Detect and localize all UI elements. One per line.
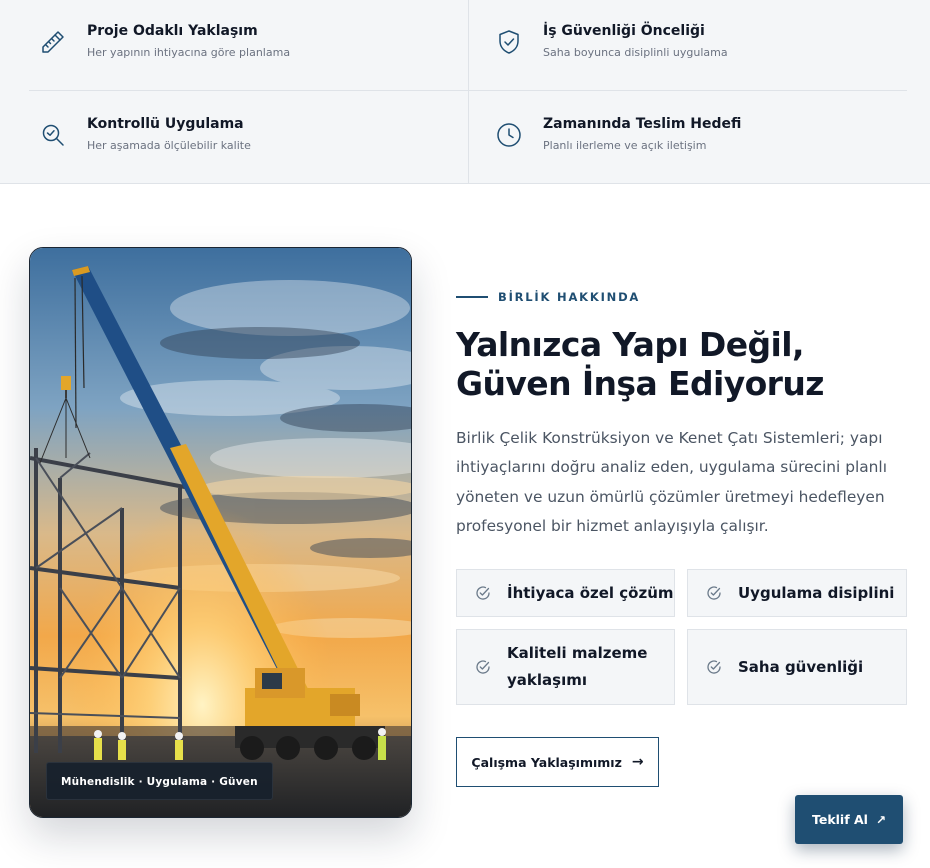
approach-button[interactable]: Çalışma Yaklaşımımız → [456,737,659,787]
feature-safety: İş Güvenliği Önceliği Saha boyunca disip… [495,22,728,82]
section-description: Birlik Çelik Konstrüksiyon ve Kenet Çatı… [456,429,887,535]
check-circle-icon [475,659,491,675]
check-circle-icon [706,659,722,675]
ruler-pencil-icon [39,28,67,56]
chip-label: Saha güvenliği [738,657,864,676]
chip-quality-material: Kaliteli malzeme yaklaşımı [456,629,675,705]
check-circle-icon [706,585,722,601]
feature-on-time: Zamanında Teslim Hedefi Planlı ilerleme … [495,115,741,175]
clock-icon [495,121,523,149]
get-quote-button[interactable]: Teklif Al ↗ [795,795,903,844]
feature-title: Zamanında Teslim Hedefi [543,116,742,132]
chip-label: İhtiyaca özel çözüm [507,583,674,602]
approach-button-label: Çalışma Yaklaşımımız [471,754,622,770]
feature-controlled: Kontrollü Uygulama Her aşamada ölçülebil… [39,115,251,175]
feature-subtitle: Her yapının ihtiyacına göre planlama [87,46,291,59]
feature-subtitle: Planlı ilerleme ve açık iletişim [543,139,707,152]
features-strip: Proje Odaklı Yaklaşım Her yapının ihtiya… [0,0,930,184]
crane-sunset-illustration [30,248,411,817]
divider [468,0,469,183]
eyebrow-line [456,296,488,298]
image-badge: Mühendislik · Uygulama · Güven [46,762,273,800]
check-circle-icon [475,585,491,601]
chip-label: Kaliteli malzeme yaklaşımı [507,644,648,689]
construction-crane-photo: Mühendislik · Uygulama · Güven [29,247,412,818]
chip-site-safety: Saha güvenliği [687,629,907,705]
section-eyebrow: BİRLİK HAKKINDA [456,290,640,304]
shield-check-icon [495,28,523,56]
search-icon [39,121,67,149]
feature-title: Proje Odaklı Yaklaşım [87,23,258,39]
features-grid: Proje Odaklı Yaklaşım Her yapının ihtiya… [29,0,907,183]
arrow-right-icon: → [631,754,644,770]
eyebrow-text: BİRLİK HAKKINDA [498,290,641,304]
feature-project-focus: Proje Odaklı Yaklaşım Her yapının ihtiya… [39,22,290,82]
feature-title: İş Güvenliği Önceliği [543,23,705,39]
chip-label: Uygulama disiplini [738,583,895,602]
feature-subtitle: Her aşamada ölçülebilir kalite [87,139,251,152]
arrow-up-right-icon: ↗ [875,812,887,827]
feature-title: Kontrollü Uygulama [87,116,244,132]
chip-custom-solution: İhtiyaca özel çözüm [456,569,675,617]
divider [29,90,907,91]
chip-discipline: Uygulama disiplini [687,569,907,617]
get-quote-label: Teklif Al [811,812,868,827]
feature-subtitle: Saha boyunca disiplinli uygulama [543,46,728,59]
section-headline: Yalnızca Yapı Değil, Güven İnşa Ediyoruz [456,325,824,403]
